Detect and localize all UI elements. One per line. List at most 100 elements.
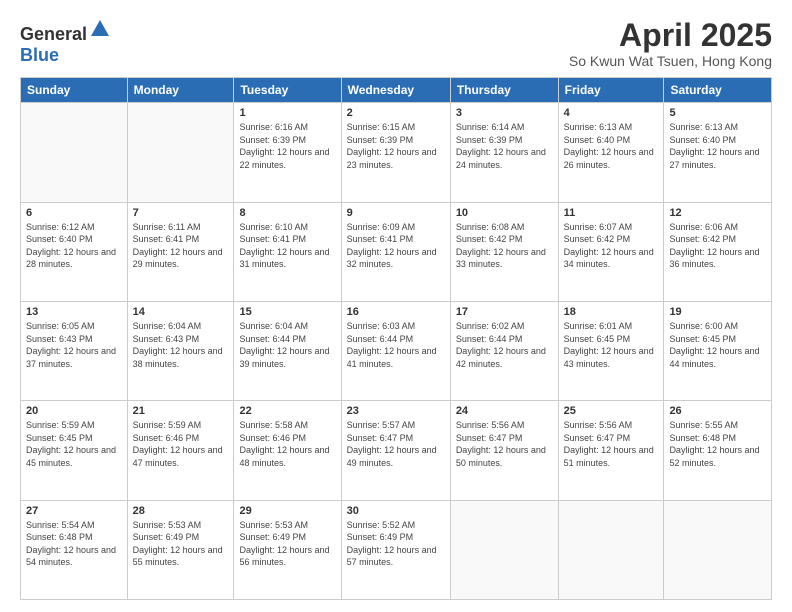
calendar-cell: 27 Sunrise: 5:54 AM Sunset: 6:48 PM Dayli… <box>21 500 128 599</box>
calendar-cell: 21 Sunrise: 5:59 AM Sunset: 6:46 PM Dayli… <box>127 401 234 500</box>
calendar-cell: 16 Sunrise: 6:03 AM Sunset: 6:44 PM Dayli… <box>341 301 450 400</box>
day-info: Sunrise: 6:16 AM Sunset: 6:39 PM Dayligh… <box>239 121 335 171</box>
day-info: Sunrise: 6:11 AM Sunset: 6:41 PM Dayligh… <box>133 221 229 271</box>
day-number: 13 <box>26 306 122 318</box>
day-info: Sunrise: 5:53 AM Sunset: 6:49 PM Dayligh… <box>239 519 335 569</box>
day-info: Sunrise: 5:58 AM Sunset: 6:46 PM Dayligh… <box>239 419 335 469</box>
calendar-cell: 8 Sunrise: 6:10 AM Sunset: 6:41 PM Daylig… <box>234 202 341 301</box>
day-info: Sunrise: 5:59 AM Sunset: 6:46 PM Dayligh… <box>133 419 229 469</box>
calendar: SundayMondayTuesdayWednesdayThursdayFrid… <box>20 77 772 600</box>
day-number: 7 <box>133 207 229 219</box>
calendar-cell: 1 Sunrise: 6:16 AM Sunset: 6:39 PM Daylig… <box>234 103 341 202</box>
day-info: Sunrise: 6:01 AM Sunset: 6:45 PM Dayligh… <box>564 320 659 370</box>
day-number: 22 <box>239 405 335 417</box>
day-info: Sunrise: 6:07 AM Sunset: 6:42 PM Dayligh… <box>564 221 659 271</box>
day-number: 4 <box>564 107 659 119</box>
calendar-cell: 14 Sunrise: 6:04 AM Sunset: 6:43 PM Dayli… <box>127 301 234 400</box>
calendar-cell: 20 Sunrise: 5:59 AM Sunset: 6:45 PM Dayli… <box>21 401 128 500</box>
day-info: Sunrise: 6:14 AM Sunset: 6:39 PM Dayligh… <box>456 121 553 171</box>
day-number: 17 <box>456 306 553 318</box>
day-info: Sunrise: 6:00 AM Sunset: 6:45 PM Dayligh… <box>669 320 766 370</box>
calendar-cell <box>558 500 664 599</box>
calendar-cell: 18 Sunrise: 6:01 AM Sunset: 6:45 PM Dayli… <box>558 301 664 400</box>
day-info: Sunrise: 6:04 AM Sunset: 6:44 PM Dayligh… <box>239 320 335 370</box>
title-block: April 2025 So Kwun Wat Tsuen, Hong Kong <box>569 18 772 69</box>
calendar-cell: 26Sunrise: 5:55 AM Sunset: 6:48 PM Dayli… <box>664 401 772 500</box>
logo-blue: Blue <box>20 45 59 65</box>
day-number: 19 <box>669 306 766 318</box>
calendar-cell <box>21 103 128 202</box>
calendar-cell: 24Sunrise: 5:56 AM Sunset: 6:47 PM Dayli… <box>450 401 558 500</box>
calendar-cell: 5 Sunrise: 6:13 AM Sunset: 6:40 PM Daylig… <box>664 103 772 202</box>
calendar-cell: 3 Sunrise: 6:14 AM Sunset: 6:39 PM Daylig… <box>450 103 558 202</box>
col-header-thursday: Thursday <box>450 78 558 103</box>
calendar-cell: 30Sunrise: 5:52 AM Sunset: 6:49 PM Dayli… <box>341 500 450 599</box>
calendar-cell: 2 Sunrise: 6:15 AM Sunset: 6:39 PM Daylig… <box>341 103 450 202</box>
day-number: 28 <box>133 505 229 517</box>
day-number: 16 <box>347 306 445 318</box>
col-header-monday: Monday <box>127 78 234 103</box>
day-number: 23 <box>347 405 445 417</box>
day-number: 9 <box>347 207 445 219</box>
col-header-tuesday: Tuesday <box>234 78 341 103</box>
main-title: April 2025 <box>569 18 772 53</box>
day-number: 8 <box>239 207 335 219</box>
day-info: Sunrise: 6:08 AM Sunset: 6:42 PM Dayligh… <box>456 221 553 271</box>
calendar-cell: 28 Sunrise: 5:53 AM Sunset: 6:49 PM Dayli… <box>127 500 234 599</box>
day-number: 12 <box>669 207 766 219</box>
day-info: Sunrise: 6:06 AM Sunset: 6:42 PM Dayligh… <box>669 221 766 271</box>
day-number: 11 <box>564 207 659 219</box>
day-info: Sunrise: 5:57 AM Sunset: 6:47 PM Dayligh… <box>347 419 445 469</box>
col-header-wednesday: Wednesday <box>341 78 450 103</box>
day-info: Sunrise: 6:03 AM Sunset: 6:44 PM Dayligh… <box>347 320 445 370</box>
day-info: Sunrise: 6:13 AM Sunset: 6:40 PM Dayligh… <box>564 121 659 171</box>
logo: General Blue <box>20 18 111 66</box>
day-info: Sunrise: 6:13 AM Sunset: 6:40 PM Dayligh… <box>669 121 766 171</box>
day-number: 21 <box>133 405 229 417</box>
day-number: 25 <box>564 405 659 417</box>
day-info: Sunrise: 5:59 AM Sunset: 6:45 PM Dayligh… <box>26 419 122 469</box>
day-info: Sunrise: 5:54 AM Sunset: 6:48 PM Dayligh… <box>26 519 122 569</box>
calendar-cell: 19 Sunrise: 6:00 AM Sunset: 6:45 PM Dayli… <box>664 301 772 400</box>
col-header-saturday: Saturday <box>664 78 772 103</box>
calendar-cell: 10Sunrise: 6:08 AM Sunset: 6:42 PM Dayli… <box>450 202 558 301</box>
day-info: Sunrise: 5:55 AM Sunset: 6:48 PM Dayligh… <box>669 419 766 469</box>
day-info: Sunrise: 5:56 AM Sunset: 6:47 PM Dayligh… <box>456 419 553 469</box>
day-info: Sunrise: 6:10 AM Sunset: 6:41 PM Dayligh… <box>239 221 335 271</box>
calendar-cell <box>664 500 772 599</box>
calendar-cell <box>127 103 234 202</box>
calendar-cell: 12 Sunrise: 6:06 AM Sunset: 6:42 PM Dayli… <box>664 202 772 301</box>
subtitle: So Kwun Wat Tsuen, Hong Kong <box>569 53 772 69</box>
calendar-cell: 29 Sunrise: 5:53 AM Sunset: 6:49 PM Dayli… <box>234 500 341 599</box>
day-number: 20 <box>26 405 122 417</box>
day-number: 27 <box>26 505 122 517</box>
calendar-cell: 23 Sunrise: 5:57 AM Sunset: 6:47 PM Dayli… <box>341 401 450 500</box>
logo-icon <box>89 18 111 40</box>
day-info: Sunrise: 5:56 AM Sunset: 6:47 PM Dayligh… <box>564 419 659 469</box>
calendar-cell: 4 Sunrise: 6:13 AM Sunset: 6:40 PM Daylig… <box>558 103 664 202</box>
day-number: 2 <box>347 107 445 119</box>
day-number: 1 <box>239 107 335 119</box>
col-header-sunday: Sunday <box>21 78 128 103</box>
calendar-cell: 7 Sunrise: 6:11 AM Sunset: 6:41 PM Daylig… <box>127 202 234 301</box>
calendar-cell: 13Sunrise: 6:05 AM Sunset: 6:43 PM Dayli… <box>21 301 128 400</box>
day-info: Sunrise: 6:15 AM Sunset: 6:39 PM Dayligh… <box>347 121 445 171</box>
day-info: Sunrise: 6:04 AM Sunset: 6:43 PM Dayligh… <box>133 320 229 370</box>
page: General Blue April 2025 So Kwun Wat Tsue… <box>0 0 792 612</box>
calendar-cell: 9 Sunrise: 6:09 AM Sunset: 6:41 PM Daylig… <box>341 202 450 301</box>
day-info: Sunrise: 6:02 AM Sunset: 6:44 PM Dayligh… <box>456 320 553 370</box>
calendar-cell: 15 Sunrise: 6:04 AM Sunset: 6:44 PM Dayli… <box>234 301 341 400</box>
col-header-friday: Friday <box>558 78 664 103</box>
day-number: 3 <box>456 107 553 119</box>
day-number: 14 <box>133 306 229 318</box>
day-number: 29 <box>239 505 335 517</box>
day-number: 15 <box>239 306 335 318</box>
day-info: Sunrise: 6:09 AM Sunset: 6:41 PM Dayligh… <box>347 221 445 271</box>
day-info: Sunrise: 6:12 AM Sunset: 6:40 PM Dayligh… <box>26 221 122 271</box>
calendar-cell <box>450 500 558 599</box>
day-info: Sunrise: 5:53 AM Sunset: 6:49 PM Dayligh… <box>133 519 229 569</box>
calendar-cell: 11 Sunrise: 6:07 AM Sunset: 6:42 PM Dayli… <box>558 202 664 301</box>
day-number: 5 <box>669 107 766 119</box>
day-number: 18 <box>564 306 659 318</box>
calendar-cell: 17 Sunrise: 6:02 AM Sunset: 6:44 PM Dayli… <box>450 301 558 400</box>
